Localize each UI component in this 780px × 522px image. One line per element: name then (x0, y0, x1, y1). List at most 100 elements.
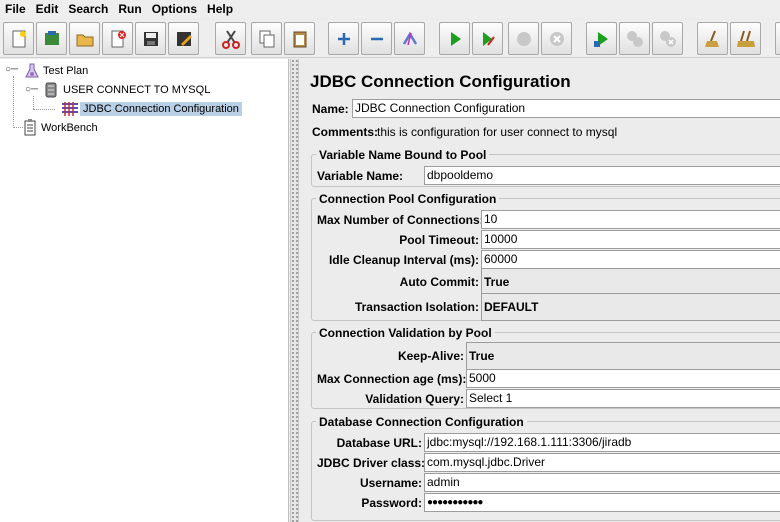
database-url-label: Database URL: (336, 436, 422, 450)
keep-alive-select[interactable]: True (466, 342, 780, 370)
cut-button[interactable] (215, 22, 246, 55)
pool-timeout-field[interactable]: 10000 (481, 230, 780, 249)
open-icon (76, 34, 93, 46)
save-as-button[interactable] (168, 22, 199, 55)
keep-alive-label: Keep-Alive: (397, 349, 464, 363)
clear-all-icon (736, 30, 755, 47)
start-no-pause-button[interactable] (472, 22, 503, 55)
tree-node-workbench[interactable]: WorkBench (22, 119, 101, 137)
collapse-icon (370, 37, 383, 40)
start-button[interactable] (439, 22, 470, 55)
jdbc-driver-field[interactable]: com.mysql.jdbc.Driver (424, 453, 780, 472)
config-element-icon (62, 102, 78, 116)
expand-icon (337, 32, 350, 45)
username-field[interactable]: admin (424, 473, 780, 492)
shutdown-button[interactable] (541, 22, 572, 55)
save-as-icon (176, 31, 192, 46)
split-pane-divider[interactable] (290, 59, 299, 522)
thread-group-icon (45, 82, 57, 98)
new-button[interactable] (3, 22, 34, 55)
max-connections-label: Max Number of Connections: (317, 213, 484, 227)
remote-start-icon (593, 31, 608, 47)
transaction-isolation-label: Transaction Isolation: (354, 300, 479, 314)
clear-all-button[interactable] (730, 22, 761, 55)
cut-icon (221, 29, 240, 49)
max-connections-field[interactable]: 10 (481, 210, 780, 229)
clear-button[interactable] (697, 22, 728, 55)
templates-button[interactable] (36, 22, 67, 55)
copy-icon (259, 30, 274, 47)
templates-icon (44, 30, 59, 45)
group-title: Database Connection Configuration (316, 415, 527, 429)
page-title: JDBC Connection Configuration (310, 72, 571, 91)
menu-help[interactable]: Help (202, 0, 238, 18)
jdbc-driver-label: JDBC Driver class: (317, 456, 426, 470)
stop-button[interactable] (508, 22, 539, 55)
paste-button[interactable] (284, 22, 315, 55)
save-button[interactable] (135, 22, 166, 55)
test-plan-tree: ○─ Test Plan ○─ USER CONNECT TO MYSQL JD… (0, 59, 289, 522)
toggle-icon (402, 31, 417, 45)
password-label: Password: (361, 496, 422, 510)
remote-shutdown-icon (659, 30, 676, 47)
toggle-button[interactable] (394, 22, 425, 55)
password-field[interactable]: ●●●●●●●●●●● (424, 493, 780, 512)
tree-label: Test Plan (43, 65, 89, 77)
menu-bar: File Edit Search Run Options Help (0, 0, 780, 18)
idle-cleanup-field[interactable]: 60000 (481, 250, 780, 269)
group-title: Variable Name Bound to Pool (316, 148, 490, 162)
tree-node-jdbc-config[interactable]: JDBC Connection Configuration (60, 100, 242, 118)
close-button[interactable] (102, 22, 133, 55)
tree-node-thread-group[interactable]: USER CONNECT TO MYSQL (42, 81, 213, 99)
comments-label: Comments: (312, 125, 379, 139)
start-icon (450, 31, 461, 46)
remote-shutdown-button[interactable] (652, 22, 683, 55)
flask-icon (25, 63, 39, 78)
start-no-pause-icon (482, 31, 495, 46)
tree-line (33, 109, 55, 110)
tree-line (33, 96, 34, 109)
remote-start-button[interactable] (586, 22, 617, 55)
tree-toggle-thread-group[interactable]: ○─ (25, 84, 38, 95)
variable-name-label: Variable Name: (317, 169, 404, 183)
tree-label: JDBC Connection Configuration (80, 102, 242, 116)
close-icon (111, 30, 126, 47)
stop-icon (516, 31, 531, 46)
save-icon (143, 31, 158, 46)
menu-search[interactable]: Search (63, 0, 113, 18)
tree-toggle-test-plan[interactable]: ○─ (5, 64, 18, 75)
comments-field[interactable]: this is configuration for user connect t… (377, 125, 617, 139)
menu-options[interactable]: Options (147, 0, 202, 18)
workbench-icon (24, 119, 36, 136)
name-field[interactable]: JDBC Connection Configuration (352, 99, 780, 118)
copy-button[interactable] (251, 22, 282, 55)
variable-name-field[interactable]: dbpooldemo (424, 166, 780, 185)
menu-edit[interactable]: Edit (31, 0, 64, 18)
collapse-button[interactable] (361, 22, 392, 55)
name-label: Name: (312, 102, 349, 116)
menu-file[interactable]: File (0, 0, 31, 18)
transaction-isolation-select[interactable]: DEFAULT (481, 293, 780, 321)
max-connection-age-label: Max Connection age (ms): (317, 372, 467, 386)
tree-line (13, 76, 14, 128)
remote-stop-button[interactable] (619, 22, 650, 55)
validation-query-field[interactable]: Select 1 (466, 389, 780, 408)
paste-icon (293, 31, 306, 47)
toolbar (0, 20, 780, 58)
max-connection-age-field[interactable]: 5000 (466, 369, 780, 388)
tree-node-test-plan[interactable]: Test Plan (24, 62, 91, 80)
pool-timeout-label: Pool Timeout: (399, 233, 479, 247)
auto-commit-label: Auto Commit: (399, 275, 479, 289)
tree-label: WorkBench (41, 122, 98, 134)
search-button[interactable] (775, 22, 780, 55)
tree-label: USER CONNECT TO MYSQL (63, 84, 211, 96)
expand-button[interactable] (328, 22, 359, 55)
open-button[interactable] (69, 22, 100, 55)
auto-commit-select[interactable]: True (481, 268, 780, 296)
menu-run[interactable]: Run (113, 0, 146, 18)
config-panel: JDBC Connection Configuration Name: JDBC… (300, 59, 780, 522)
database-url-field[interactable]: jdbc:mysql://192.168.1.111:3306/jiradb (424, 433, 780, 452)
idle-cleanup-label: Idle Cleanup Interval (ms): (328, 253, 479, 267)
group-title: Connection Validation by Pool (316, 326, 495, 340)
group-title: Connection Pool Configuration (316, 192, 500, 206)
